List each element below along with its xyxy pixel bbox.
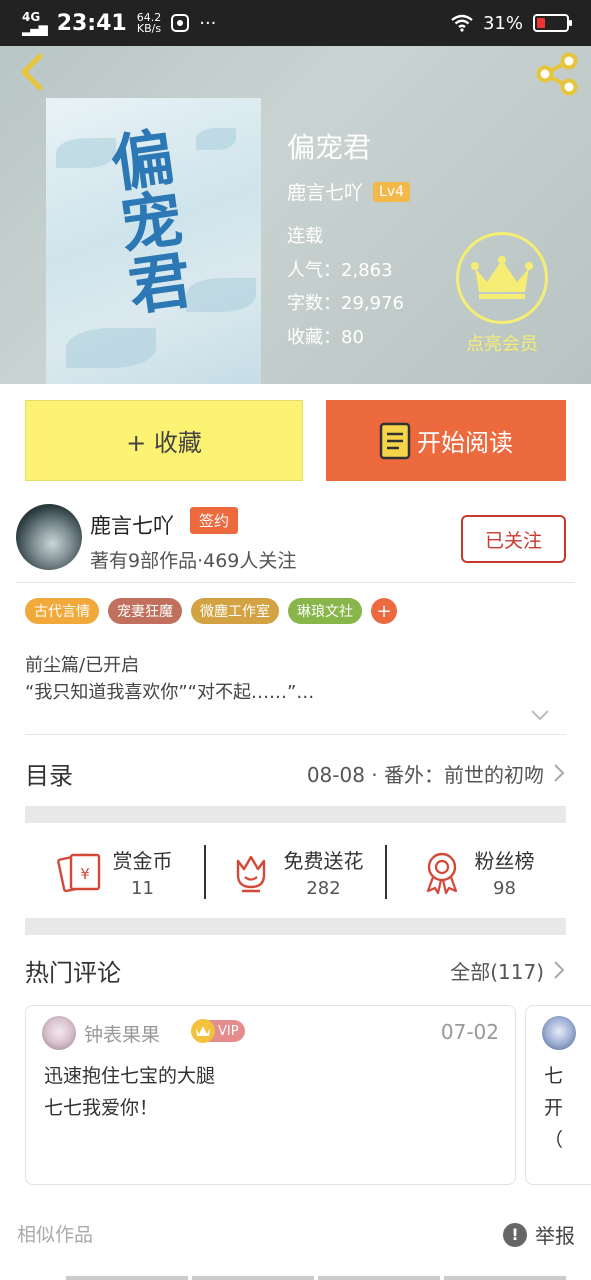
book-description[interactable]: 前尘篇/已开启 “我只知道我喜欢你”“对不起……”… <box>25 652 314 706</box>
report-label: 举报 <box>535 1224 575 1248</box>
tag-list: 古代言情 宠妻狂魔 微塵工作室 琳琅文社 + <box>25 598 397 624</box>
section-separator <box>25 918 566 935</box>
share-icon[interactable] <box>533 50 581 98</box>
comment-card[interactable]: 钟表果果 VIP 07-02 迅速抱住七宝的大腿 七七我爱你！ <box>25 1005 516 1185</box>
commenter-name[interactable]: 钟表果果 <box>84 1020 160 1047</box>
tag[interactable]: 微塵工作室 <box>191 598 279 624</box>
tag[interactable]: 琳琅文社 <box>288 598 362 624</box>
clock: 23:41 <box>56 10 127 36</box>
author-summary: 著有9部作品·469人关注 <box>90 550 297 572</box>
report-button[interactable]: ! 举报 <box>503 1220 575 1249</box>
comment-line: 七七我爱你！ <box>44 1097 159 1119</box>
book-cover[interactable]: 偏宠君 <box>46 98 261 384</box>
popularity: 人气：2,863 <box>287 259 393 281</box>
stat-value: 11 <box>131 878 154 899</box>
stat-value: 282 <box>306 878 341 899</box>
comment-text: 七 开 （ <box>544 1060 563 1156</box>
membership-label: 点亮会员 <box>466 334 538 355</box>
signal-icon: 4G ▂▄▆ <box>22 10 48 36</box>
svg-text:¥: ¥ <box>80 865 90 883</box>
serial-status: 连载 <box>287 226 323 247</box>
send-flower-button[interactable]: 免费送花 282 <box>204 845 385 899</box>
chevron-right-icon[interactable] <box>552 960 566 980</box>
stat-value: 98 <box>493 878 516 899</box>
chevron-down-icon[interactable] <box>530 708 550 722</box>
cover-title: 偏宠君 <box>96 123 195 319</box>
commenter-avatar[interactable] <box>42 1016 76 1050</box>
description-line: “我只知道我喜欢你”“对不起……”… <box>25 682 315 703</box>
author-avatar[interactable] <box>16 504 82 570</box>
support-stats: ¥ 赏金币 11 免费送花 282 粉丝榜 98 <box>25 826 566 918</box>
fan-ranking-button[interactable]: 粉丝榜 98 <box>385 845 566 899</box>
book-meta: 连载 人气：2,863 字数：29,976 收藏：80 <box>287 220 404 354</box>
comment-line: 开 <box>544 1097 564 1119</box>
similar-works-title: 相似作品 <box>17 1224 94 1246</box>
comment-date: 07-02 <box>440 1020 499 1044</box>
comment-card[interactable]: 七 开 （ <box>525 1005 591 1185</box>
start-reading-button[interactable]: 开始阅读 <box>326 400 566 481</box>
battery-percent: 31% <box>482 12 523 34</box>
commenter-avatar[interactable] <box>542 1016 576 1050</box>
author-level-badge: Lv4 <box>373 181 411 202</box>
vip-label: VIP <box>218 1023 239 1039</box>
similar-works-strip <box>66 1276 566 1280</box>
vip-badge: VIP <box>191 1019 245 1043</box>
follow-button[interactable]: 已关注 <box>461 515 566 563</box>
comment-line: 七 <box>544 1065 564 1087</box>
collect-button[interactable]: + 收藏 <box>25 400 303 481</box>
divider <box>16 582 575 583</box>
word-count: 字数：29,976 <box>287 293 404 314</box>
all-comments-link[interactable]: 全部(117) <box>450 956 544 985</box>
footer-row: 相似作品 ! 举报 <box>0 1214 591 1274</box>
book-header: 偏宠君 偏宠君 鹿言七吖 Lv4 连载 人气：2,863 字数：29,976 收… <box>0 46 591 384</box>
signed-badge: 签约 <box>190 507 239 534</box>
medal-icon <box>426 852 457 895</box>
network-speed: 64.2 KB/s <box>137 12 162 34</box>
back-arrow-icon[interactable] <box>14 52 54 92</box>
author-name[interactable]: 鹿言七吖 <box>287 178 363 205</box>
tag[interactable]: 古代言情 <box>25 598 99 624</box>
comment-line: （ <box>544 1129 564 1151</box>
hot-comments-header: 热门评论 全部(117) <box>25 936 566 1004</box>
membership-button[interactable]: 点亮会员 <box>456 232 548 356</box>
book-detail-panel: + 收藏 开始阅读 鹿言七吖 签约 著有9部作品·469人关注 已关注 古代言情… <box>0 384 591 1280</box>
comment-text: 迅速抱住七宝的大腿 七七我爱你！ <box>44 1060 215 1124</box>
warning-icon: ! <box>503 1222 527 1247</box>
author-name[interactable]: 鹿言七吖 <box>90 510 174 540</box>
collection-count: 收藏：80 <box>287 326 364 348</box>
red-envelope-icon: ¥ <box>56 853 100 893</box>
notification-app-icon <box>171 14 190 32</box>
book-title: 偏宠君 <box>287 131 372 164</box>
section-separator <box>25 806 566 823</box>
tag[interactable]: 宠妻狂魔 <box>108 598 182 624</box>
latest-chapter: 08-08 · 番外：前世的初吻 <box>306 762 544 787</box>
crown-icon <box>471 256 533 299</box>
battery-icon <box>533 14 572 32</box>
table-of-contents-row[interactable]: 目录 08-08 · 番外：前世的初吻 <box>25 739 566 807</box>
book-icon <box>379 422 411 459</box>
description-line: 前尘篇/已开启 <box>25 655 140 676</box>
reward-coins-button[interactable]: ¥ 赏金币 11 <box>25 845 204 899</box>
hot-comments-title: 热门评论 <box>25 958 121 987</box>
stat-label: 赏金币 <box>112 849 173 873</box>
start-reading-label: 开始阅读 <box>417 429 513 457</box>
author-line: 鹿言七吖 Lv4 <box>287 178 411 205</box>
stat-label: 免费送花 <box>283 849 364 873</box>
flower-icon <box>236 855 265 893</box>
comment-carousel[interactable]: 钟表果果 VIP 07-02 迅速抱住七宝的大腿 七七我爱你！ 七 开 （ <box>25 1005 591 1185</box>
divider <box>25 734 566 735</box>
vip-crown-icon <box>191 1019 215 1043</box>
toc-title: 目录 <box>25 761 73 790</box>
chevron-right-icon <box>554 764 565 782</box>
more-notifications: ··· <box>199 12 217 34</box>
author-row: 鹿言七吖 签约 著有9部作品·469人关注 已关注 <box>0 504 591 582</box>
wifi-icon <box>451 14 473 32</box>
status-bar: 4G ▂▄▆ 23:41 64.2 KB/s ··· 31% <box>0 0 591 46</box>
speed-unit: KB/s <box>136 22 162 35</box>
comment-line: 迅速抱住七宝的大腿 <box>44 1065 216 1087</box>
stat-label: 粉丝榜 <box>474 849 535 873</box>
add-tag-button[interactable]: + <box>371 598 397 624</box>
